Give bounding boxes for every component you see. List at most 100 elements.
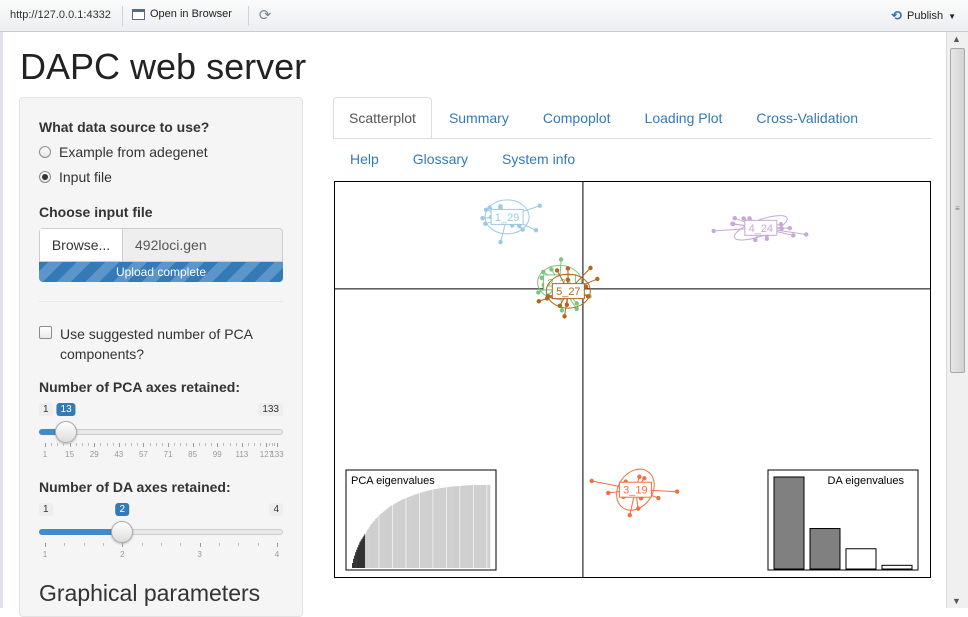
file-name-field[interactable]: 492loci.gen — [123, 229, 282, 261]
vertical-scrollbar[interactable]: ▲ ≡ ▼ — [946, 32, 968, 608]
data-point — [788, 226, 792, 230]
slider-tick-label: 113 — [235, 450, 248, 459]
slider-ticks: 1234 — [39, 543, 283, 559]
data-point — [628, 513, 632, 517]
data-point — [590, 479, 594, 483]
slider-minor-tick — [107, 443, 108, 446]
slider-minor-tick — [76, 443, 77, 446]
slider-minor-tick — [180, 543, 181, 546]
slider-minor-tick — [51, 443, 52, 446]
slider-minor-tick — [88, 443, 89, 446]
window-border — [0, 32, 3, 608]
pca-axes-label: Number of PCA axes retained: — [39, 379, 240, 395]
data-point — [498, 240, 502, 244]
slider-max-label: 133 — [258, 403, 283, 416]
slider-minor-tick — [272, 443, 273, 446]
slider-tick — [168, 443, 169, 447]
open-in-browser-label: Open in Browser — [150, 8, 232, 20]
data-point — [765, 237, 769, 241]
pca-eigen-bar — [489, 485, 490, 568]
slider-tick — [277, 543, 278, 547]
scroll-down-arrow-icon[interactable]: ▼ — [952, 596, 961, 606]
slider-minor-tick — [103, 543, 104, 546]
refresh-icon[interactable]: ⟳ — [256, 7, 274, 25]
slider-minor-tick — [162, 443, 163, 446]
upload-progress-bar: Upload complete — [39, 262, 283, 282]
tab-loading-plot[interactable]: Loading Plot — [628, 97, 740, 139]
radio-button[interactable] — [39, 146, 51, 158]
slider-tick — [217, 443, 218, 447]
slider-tick-label: 29 — [90, 450, 99, 459]
slider-tick — [200, 543, 201, 547]
slider-minor-tick — [137, 443, 138, 446]
slider-minor-tick — [156, 443, 157, 446]
slider-tick — [143, 443, 144, 447]
slider-tick-label: 15 — [65, 450, 74, 459]
slider-tick — [119, 443, 120, 447]
toolbar-divider — [122, 6, 123, 26]
url-display[interactable]: http://127.0.0.1:4332 — [10, 9, 111, 21]
slider-tick — [70, 443, 71, 447]
group-label: 5_27 — [556, 286, 580, 298]
data-point — [537, 299, 541, 303]
suggest-pca-checkbox[interactable] — [39, 326, 52, 339]
slider-max-label: 4 — [269, 503, 283, 516]
main-tabs-row1: ScatterplotSummaryCompoplotLoading PlotC… — [333, 97, 875, 139]
slider-minor-tick — [84, 543, 85, 546]
slider-minor-tick — [258, 543, 259, 546]
suggest-pca-checkbox-row[interactable]: Use suggested number of PCA components? — [39, 324, 279, 364]
slider-minor-tick — [254, 443, 255, 446]
da-eigen-title: DA eigenvalues — [828, 475, 905, 487]
slider-minor-tick — [199, 443, 200, 446]
slider-minor-tick — [180, 443, 181, 446]
tab-compoplot[interactable]: Compoplot — [526, 97, 628, 139]
slider-minor-tick — [205, 443, 206, 446]
tab-glossary[interactable]: Glossary — [396, 143, 485, 175]
slider-handle[interactable] — [111, 521, 133, 543]
radio-example[interactable]: Example from adegenet — [39, 144, 208, 160]
browser-toolbar: http://127.0.0.1:4332 Open in Browser ⟳ … — [0, 0, 968, 32]
data-point — [566, 266, 570, 270]
graphical-parameters-heading: Graphical parameters — [39, 580, 260, 607]
tab-system-info[interactable]: System info — [485, 143, 592, 175]
slider-tick-label: 1 — [43, 550, 47, 559]
publish-button[interactable]: ⟲ Publish ▼ — [891, 8, 956, 24]
divider — [39, 301, 283, 302]
data-point — [791, 233, 795, 237]
tab-cross-validation[interactable]: Cross-Validation — [739, 97, 875, 139]
slider-tick-label: 2 — [120, 550, 124, 559]
slider-tick — [193, 443, 194, 447]
dapc-scatterplot: 1_292_245_274_243_19PCA eigenvaluesDA ei… — [334, 181, 931, 578]
slider-handle[interactable] — [55, 421, 77, 443]
slider-tick-label: 57 — [139, 450, 148, 459]
slider-ticks: 115294357718599113127133 — [39, 443, 283, 459]
slider-minor-tick — [82, 443, 83, 446]
data-point — [498, 204, 502, 208]
radio-button-selected[interactable] — [39, 171, 51, 183]
slider-minor-tick — [57, 443, 58, 446]
data-point — [642, 476, 646, 480]
data-point — [595, 277, 599, 281]
data-point — [549, 267, 553, 271]
radio-label-input-file: Input file — [59, 169, 112, 185]
slider-minor-tick — [174, 443, 175, 446]
group-label: 3_19 — [623, 485, 647, 497]
pca-axes-slider[interactable]: 113313115294357718599113127133 — [39, 403, 283, 463]
tab-summary[interactable]: Summary — [432, 97, 526, 139]
browser-window-icon — [132, 9, 145, 20]
scroll-up-arrow-icon[interactable]: ▲ — [952, 34, 961, 44]
slider-tick — [45, 543, 46, 547]
file-input-group: Browse... 492loci.gen — [39, 228, 283, 262]
da-eigen-bar — [774, 477, 804, 569]
tab-help[interactable]: Help — [333, 143, 396, 175]
da-axes-slider[interactable]: 1421234 — [39, 503, 283, 563]
scrollbar-thumb[interactable]: ≡ — [950, 48, 965, 373]
slider-minor-tick — [236, 443, 237, 446]
tab-scatterplot[interactable]: Scatterplot — [333, 97, 432, 139]
radio-input-file[interactable]: Input file — [39, 169, 112, 185]
open-in-browser-button[interactable]: Open in Browser — [132, 8, 232, 20]
browse-button[interactable]: Browse... — [40, 229, 123, 261]
data-point — [637, 475, 641, 479]
slider-minor-tick — [64, 543, 65, 546]
pca-eigen-title: PCA eigenvalues — [351, 475, 435, 487]
